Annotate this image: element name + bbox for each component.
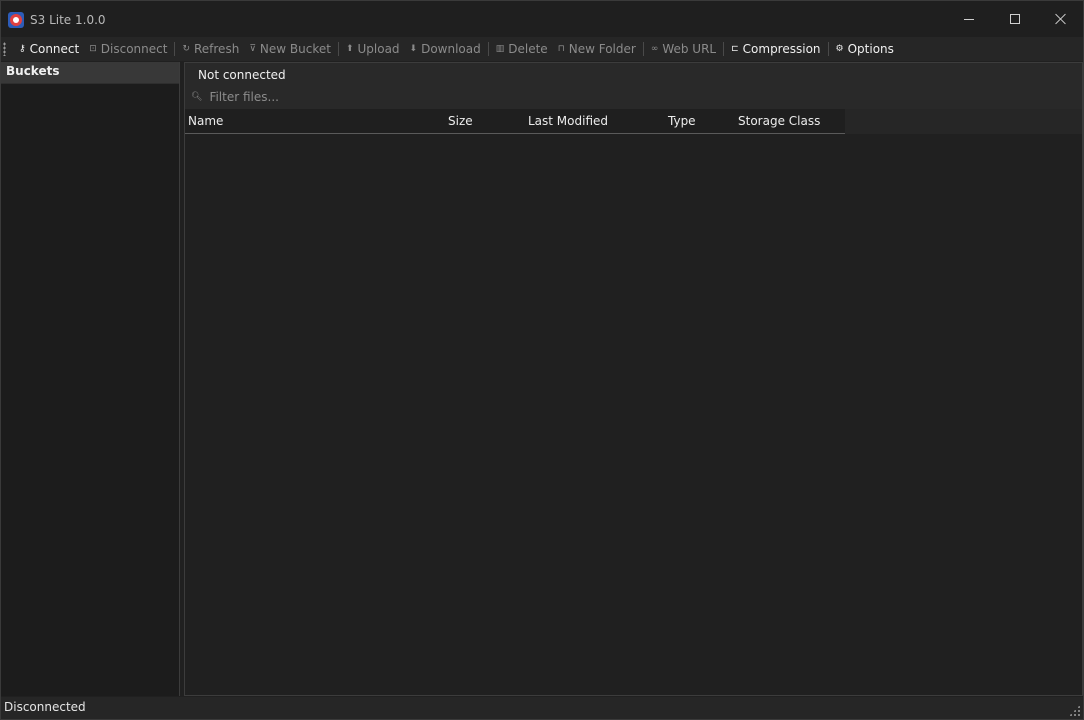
delete-button[interactable]: ▥ Delete [491, 38, 553, 60]
disconnect-button[interactable]: ⊡ Disconnect [84, 38, 172, 60]
toolbar-separator [723, 42, 725, 56]
status-bar: Disconnected [1, 697, 1083, 719]
minimize-icon [964, 18, 974, 20]
upload-icon: ⬆ [345, 44, 354, 54]
download-button[interactable]: ⬇ Download [405, 38, 486, 60]
file-browser-header: Not connected 🔍︎ [185, 63, 1082, 109]
column-header-name[interactable]: Name [185, 109, 445, 133]
link-icon: ∞ [650, 44, 659, 54]
new-bucket-button[interactable]: ⊽ New Bucket [244, 38, 336, 60]
connect-button[interactable]: ⚷ Connect [14, 38, 84, 60]
file-list[interactable] [185, 134, 1082, 695]
refresh-icon: ↻ [182, 44, 190, 54]
column-headers: Name Size Last Modified Type Storage Cla… [185, 109, 845, 134]
close-button[interactable] [1038, 1, 1084, 37]
toolbar-separator [487, 42, 489, 56]
key-icon: ⚷ [19, 44, 26, 54]
file-table-header: Name Size Last Modified Type Storage Cla… [185, 109, 1082, 134]
close-icon [1055, 13, 1067, 25]
column-header-last-modified[interactable]: Last Modified [525, 109, 665, 133]
folder-icon: ⊓ [557, 44, 565, 54]
window-title: S3 Lite 1.0.0 [30, 13, 106, 27]
upload-button[interactable]: ⬆ Upload [341, 38, 405, 60]
search-icon: 🔍︎ [191, 92, 203, 102]
download-icon: ⬇ [409, 44, 418, 54]
status-text: Disconnected [4, 700, 86, 714]
minimize-button[interactable] [946, 1, 992, 37]
refresh-button[interactable]: ↻ Refresh [177, 38, 244, 60]
buckets-sidebar[interactable]: Buckets [1, 62, 180, 696]
disconnect-icon: ⊡ [89, 44, 97, 54]
refresh-label: Refresh [193, 42, 240, 56]
toolbar-separator [337, 42, 339, 56]
compression-icon: ⊏ [731, 44, 739, 54]
filter-files-input[interactable] [209, 90, 510, 104]
column-header-size[interactable]: Size [445, 109, 525, 133]
maximize-icon [1010, 14, 1020, 24]
column-header-filler [845, 109, 1082, 134]
toolbar-separator [827, 42, 829, 56]
filter-bar: 🔍︎ [191, 90, 510, 104]
connect-label: Connect [29, 42, 80, 56]
download-label: Download [421, 42, 481, 56]
new-folder-button[interactable]: ⊓ New Folder [553, 38, 641, 60]
buckets-header: Buckets [1, 62, 179, 84]
column-header-type[interactable]: Type [665, 109, 735, 133]
app-window: S3 Lite 1.0.0 ⚷ Connect ⊡ Disconnect ↻ R… [0, 0, 1084, 720]
file-browser-panel: Not connected 🔍︎ Name Size Last Modified… [184, 62, 1083, 696]
new-folder-label: New Folder [568, 42, 636, 56]
options-button[interactable]: ⚙ Options [831, 38, 899, 60]
toolbar-separator [174, 42, 176, 56]
gear-icon: ⚙ [835, 44, 844, 54]
toolbar-grip-handle[interactable] [3, 42, 6, 56]
trash-icon: ▥ [495, 44, 505, 54]
options-label: Options [847, 42, 894, 56]
toolbar-separator [642, 42, 644, 56]
title-bar[interactable]: S3 Lite 1.0.0 [1, 1, 1083, 37]
maximize-button[interactable] [992, 1, 1038, 37]
s3-lite-logo-icon [8, 12, 24, 28]
resize-grip-icon[interactable] [1069, 705, 1080, 716]
compression-button[interactable]: ⊏ Compression [726, 38, 825, 60]
upload-label: Upload [357, 42, 400, 56]
disconnect-label: Disconnect [100, 42, 168, 56]
new-bucket-label: New Bucket [259, 42, 331, 56]
web-url-label: Web URL [662, 42, 717, 56]
delete-label: Delete [508, 42, 548, 56]
column-header-storage-class[interactable]: Storage Class [735, 109, 845, 133]
web-url-button[interactable]: ∞ Web URL [646, 38, 721, 60]
connection-status: Not connected [198, 68, 286, 82]
bucket-icon: ⊽ [249, 44, 256, 54]
compression-label: Compression [742, 42, 821, 56]
toolbar: ⚷ Connect ⊡ Disconnect ↻ Refresh ⊽ New B… [1, 37, 1083, 61]
